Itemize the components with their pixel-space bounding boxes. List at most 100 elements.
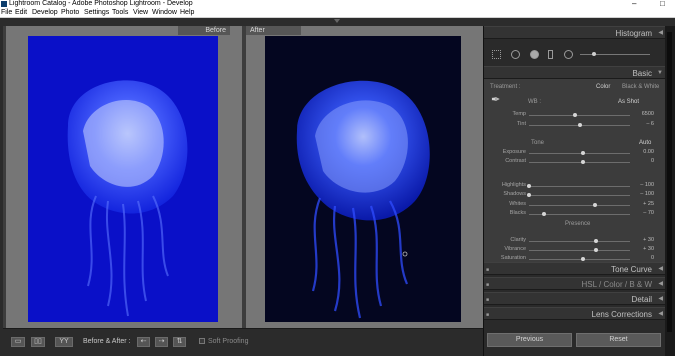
tab-color[interactable]: Color <box>604 280 623 289</box>
expand-arrow-icon[interactable]: ▼ <box>657 68 663 79</box>
graduated-filter-icon[interactable] <box>548 50 553 59</box>
reset-button[interactable]: Reset <box>576 333 661 347</box>
spot-removal-icon[interactable] <box>511 50 520 59</box>
tint-slider-knob[interactable] <box>577 123 582 127</box>
hsl-header[interactable]: HSL / Color / B & W ◀ ■ <box>484 277 666 290</box>
shadows-label: Shadows <box>503 191 526 197</box>
menu-photo[interactable]: Photo <box>61 8 79 18</box>
panel-toggle-icon[interactable]: ■ <box>486 267 489 273</box>
panel-collapse-icon[interactable]: ◀ <box>658 309 663 320</box>
radial-filter-icon[interactable] <box>564 50 573 59</box>
minimize-button[interactable]: – <box>632 0 636 8</box>
blacks-label: Blacks <box>509 210 526 216</box>
wb-dropdown[interactable]: As Shot <box>618 99 639 106</box>
panel-collapse-icon[interactable]: ◀ <box>658 28 663 39</box>
clarity-value[interactable]: + 30 <box>632 237 654 244</box>
panel-scrollbar[interactable] <box>665 26 675 356</box>
exposure-slider-knob[interactable] <box>580 151 585 155</box>
top-panel-toggle[interactable] <box>0 18 675 26</box>
menu-window[interactable]: Window <box>152 8 177 18</box>
highlights-value[interactable]: – 100 <box>632 182 654 189</box>
panel-collapse-icon[interactable]: ◀ <box>658 264 663 275</box>
treatment-bw[interactable]: Black & White <box>622 84 659 91</box>
crop-icon[interactable] <box>492 50 501 59</box>
brush-slider-knob[interactable] <box>592 52 596 56</box>
exposure-value[interactable]: 0.00 <box>632 149 654 156</box>
vibrance-slider[interactable] <box>529 250 630 251</box>
detail-header[interactable]: Detail ◀ ■ <box>484 292 666 305</box>
loupe-view-button[interactable]: ▭ <box>11 337 25 347</box>
detail-title: Detail <box>631 295 652 304</box>
tab-hsl[interactable]: HSL <box>582 280 597 289</box>
panel-collapse-icon[interactable]: ◀ <box>658 279 663 290</box>
menu-bar: File Edit Develop Photo Settings Tools V… <box>0 8 675 18</box>
exposure-slider[interactable] <box>529 153 630 154</box>
after-photo[interactable] <box>265 36 461 322</box>
clarity-slider-knob[interactable] <box>593 239 598 243</box>
before-photo[interactable] <box>28 36 218 322</box>
soft-proofing-checkbox[interactable] <box>199 338 205 344</box>
whites-value[interactable]: + 25 <box>632 201 654 208</box>
temp-slider-knob[interactable] <box>573 113 578 117</box>
temp-value[interactable]: 6500 <box>632 111 654 118</box>
menu-develop[interactable]: Develop <box>32 8 58 18</box>
shadows-slider[interactable] <box>529 195 630 196</box>
brush-slider[interactable] <box>580 54 650 55</box>
whites-slider-knob[interactable] <box>592 203 597 207</box>
tab-bw[interactable]: B & W <box>629 280 652 289</box>
highlights-slider[interactable] <box>529 186 630 187</box>
copy-after-to-before-button[interactable]: ⇢ <box>155 337 168 347</box>
blacks-value[interactable]: – 70 <box>632 210 654 217</box>
menu-view[interactable]: View <box>133 8 148 18</box>
previous-button[interactable]: Previous <box>487 333 572 347</box>
temp-slider[interactable] <box>529 115 630 116</box>
clarity-label: Clarity <box>510 237 526 243</box>
clarity-slider[interactable] <box>529 241 630 242</box>
contrast-slider[interactable] <box>529 162 630 163</box>
compare-view-button[interactable]: ▯▯ <box>31 337 45 347</box>
menu-edit[interactable]: Edit <box>15 8 27 18</box>
hsl-tabs[interactable]: HSL / Color / B & W <box>582 279 652 290</box>
before-pane[interactable]: Before <box>6 26 242 328</box>
panel-toggle-icon[interactable]: ■ <box>486 282 489 288</box>
before-after-label: Before & After : <box>83 338 131 345</box>
basic-header[interactable]: Basic ▼ <box>484 66 666 79</box>
saturation-slider-knob[interactable] <box>580 257 585 261</box>
jellyfish-image-after <box>296 80 430 319</box>
scrollbar-thumb[interactable] <box>667 32 672 332</box>
after-pane[interactable]: After <box>246 26 483 328</box>
contrast-value[interactable]: 0 <box>632 158 654 165</box>
saturation-value[interactable]: 0 <box>632 255 654 262</box>
maximize-button[interactable]: □ <box>660 0 665 8</box>
red-eye-icon[interactable] <box>530 50 539 59</box>
shadows-value[interactable]: – 100 <box>632 191 654 198</box>
vibrance-value[interactable]: + 30 <box>632 246 654 253</box>
collapse-arrow-icon[interactable] <box>334 19 340 23</box>
window-title: Lightroom Catalog - Adobe Photoshop Ligh… <box>9 0 193 7</box>
swap-before-after-button[interactable]: ⇅ <box>173 337 186 347</box>
menu-help[interactable]: Help <box>180 8 194 18</box>
eyedropper-icon[interactable]: ✒ <box>491 95 500 106</box>
tint-value[interactable]: – 6 <box>632 121 654 128</box>
panel-toggle-icon[interactable]: ■ <box>486 297 489 303</box>
histogram-header[interactable]: Histogram ◀ <box>484 26 666 39</box>
vibrance-slider-knob[interactable] <box>593 248 598 252</box>
menu-file[interactable]: File <box>1 8 12 18</box>
menu-settings[interactable]: Settings <box>84 8 109 18</box>
copy-before-to-after-button[interactable]: ⇠ <box>137 337 150 347</box>
saturation-slider[interactable] <box>529 259 630 260</box>
menu-tools[interactable]: Tools <box>112 8 128 18</box>
lens-corrections-header[interactable]: Lens Corrections ◀ ■ <box>484 307 666 320</box>
whites-slider[interactable] <box>529 205 630 206</box>
panel-toggle-icon[interactable]: ■ <box>486 312 489 318</box>
highlights-slider-knob[interactable] <box>527 184 531 188</box>
contrast-slider-knob[interactable] <box>580 160 585 164</box>
soft-proofing-toggle[interactable]: Soft Proofing <box>199 337 248 347</box>
shadows-slider-knob[interactable] <box>527 193 531 197</box>
treatment-color[interactable]: Color <box>596 84 610 91</box>
blacks-slider-knob[interactable] <box>542 212 547 216</box>
panel-collapse-icon[interactable]: ◀ <box>658 294 663 305</box>
before-after-mode-button[interactable]: YY <box>55 337 73 347</box>
tone-auto-button[interactable]: Auto <box>639 140 651 147</box>
tone-curve-header[interactable]: Tone Curve ◀ ■ <box>484 262 666 275</box>
